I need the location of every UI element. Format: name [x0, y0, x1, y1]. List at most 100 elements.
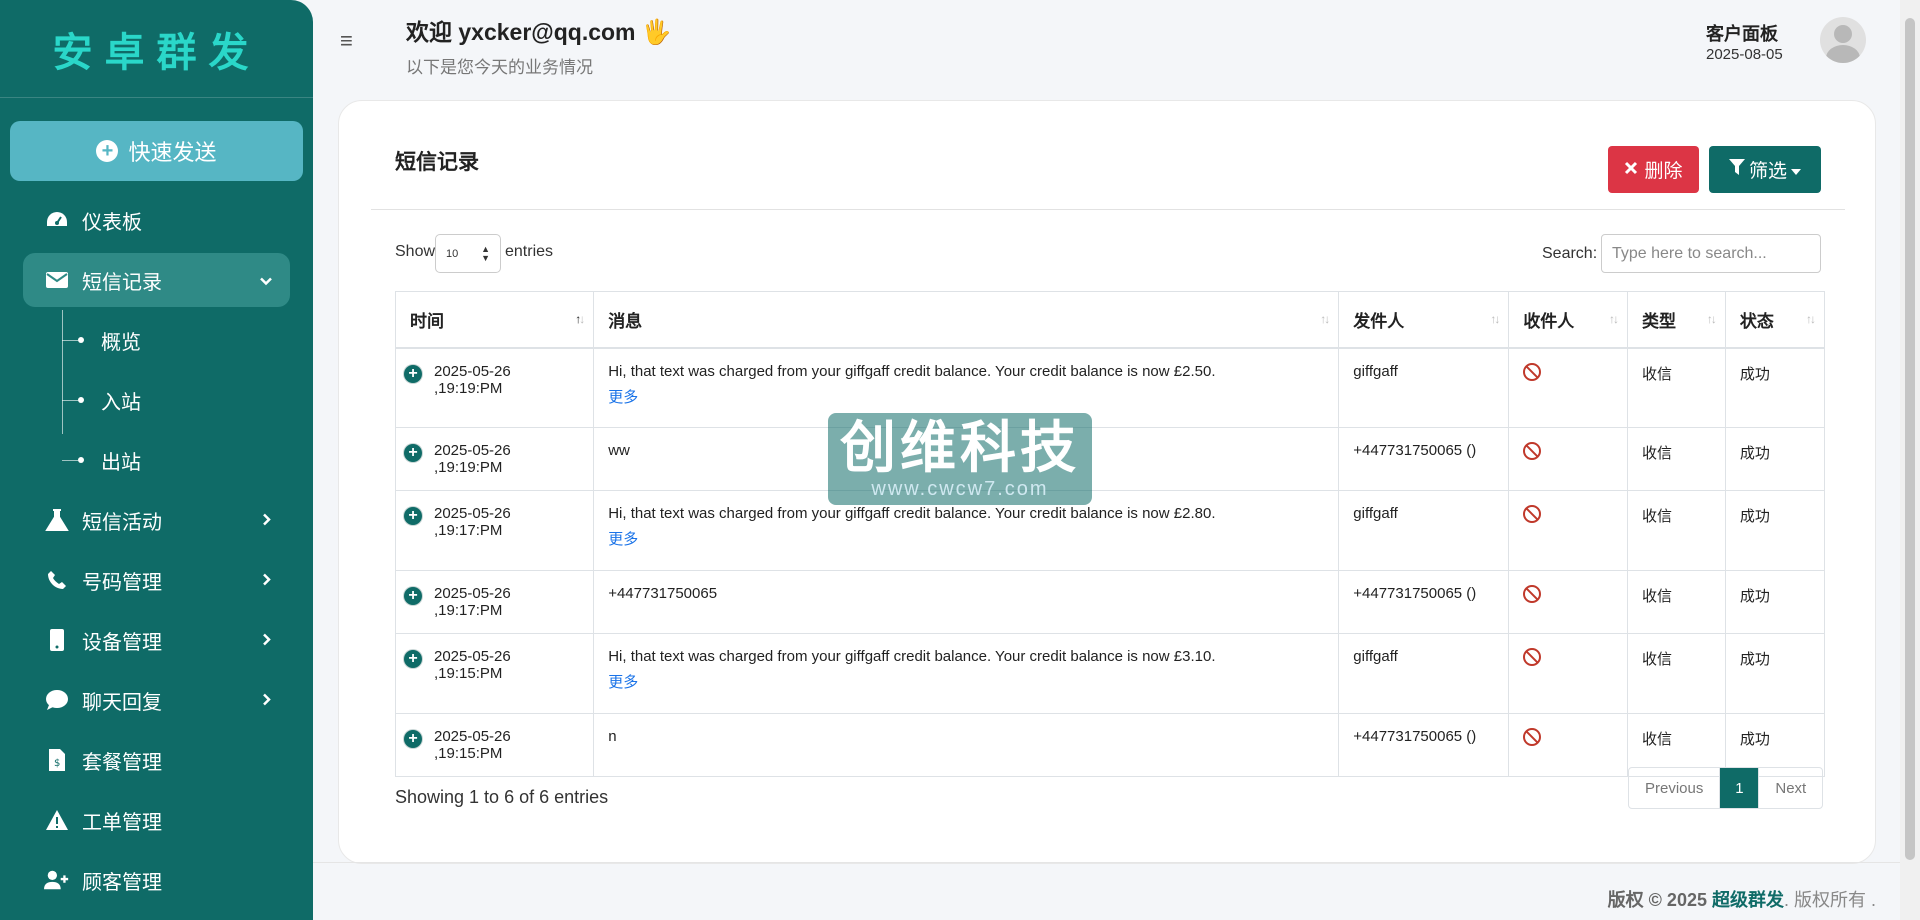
pagination: Previous 1 Next — [1628, 767, 1824, 809]
search-input[interactable] — [1601, 234, 1821, 273]
row-status: 成功 — [1724, 347, 1826, 428]
table-header-row: 时间 ↑↓ 消息 ↑↓ 发件人 ↑↓ 收件人 ↑↓ 类型 ↑↓ 状态 ↑↓ — [394, 291, 1826, 349]
table-row[interactable]: +2025-05-26 ,19:15:PM Hi, that text was … — [394, 633, 1826, 714]
entries-label: entries — [505, 243, 554, 260]
footer-brand-link[interactable]: 超级群发 — [1712, 890, 1784, 910]
chevron-right-icon — [263, 630, 271, 651]
pagination-next[interactable]: Next — [1759, 768, 1822, 808]
row-type: 收信 — [1626, 570, 1726, 634]
menu-toggle-icon[interactable]: ≡ — [340, 28, 353, 54]
search-label: Search: — [1542, 245, 1598, 262]
expand-row-icon[interactable]: + — [404, 444, 422, 462]
quick-send-button[interactable]: + 快速发送 — [10, 121, 303, 181]
row-sender: +447731750065 () — [1338, 427, 1510, 491]
scrollbar-thumb[interactable] — [1905, 18, 1915, 860]
sidebar-item-sms-campaigns[interactable]: 短信活动 — [0, 490, 313, 550]
expand-row-icon[interactable]: + — [404, 730, 422, 748]
sidebar-item-package-management[interactable]: $ 套餐管理 — [0, 730, 313, 790]
expand-row-icon[interactable]: + — [404, 507, 422, 525]
page-scrollbar[interactable] — [1900, 0, 1920, 920]
avatar[interactable] — [1820, 17, 1866, 63]
expand-row-icon[interactable]: + — [404, 650, 422, 668]
row-sender: giffgaff — [1338, 633, 1510, 714]
sidebar-item-ticket-management[interactable]: 工单管理 — [0, 790, 313, 850]
row-status: 成功 — [1724, 570, 1826, 634]
entries-per-page-value: 10 — [446, 247, 459, 260]
sort-icon: ↑↓ — [1706, 312, 1717, 327]
phone-icon — [44, 570, 70, 590]
sms-records-card: 短信记录 删除 筛选 Show 10 ▲▼ entries Search: 时间… — [338, 100, 1876, 864]
sidebar-subitem-overview[interactable]: 概览 — [62, 310, 313, 370]
table-row[interactable]: +2025-05-26 ,19:17:PM +447731750065 +447… — [394, 570, 1826, 634]
column-header-status[interactable]: 状态 ↑↓ — [1724, 291, 1826, 349]
sidebar-item-customer-management[interactable]: 顾客管理 — [0, 850, 313, 910]
sidebar-item-dashboard[interactable]: 仪表板 — [0, 190, 313, 250]
column-header-message[interactable]: 消息 ↑↓ — [593, 291, 1340, 349]
panel-date: 2025-08-05 — [1706, 46, 1783, 63]
column-header-sender[interactable]: 发件人 ↑↓ — [1338, 291, 1510, 349]
column-header-time[interactable]: 时间 ↑↓ — [394, 291, 595, 349]
dashboard-icon — [44, 210, 70, 230]
plus-circle-icon: + — [96, 140, 119, 162]
row-message: Hi, that text was charged from your giff… — [608, 648, 1216, 665]
chevron-right-icon — [263, 510, 271, 531]
sort-icon: ↑↓ — [1320, 312, 1330, 327]
avatar-body — [1826, 45, 1860, 63]
sidebar-item-device-management[interactable]: 设备管理 — [0, 610, 313, 670]
delete-button[interactable]: 删除 — [1608, 146, 1699, 193]
sidebar-item-chat-reply[interactable]: 聊天回复 — [0, 670, 313, 730]
more-link[interactable]: 更多 — [608, 671, 1324, 692]
pagination-info: Showing 1 to 6 of 6 entries — [395, 787, 609, 807]
sidebar: 安卓群发 + 快速发送 仪表板 短信记录 概览 入站 出站 短信活动 号码管理 … — [0, 0, 313, 920]
row-message: +447731750065 — [593, 570, 1340, 634]
table-row[interactable]: +2025-05-26 ,19:19:PM ww +447731750065 (… — [394, 427, 1826, 491]
row-sender: giffgaff — [1338, 490, 1510, 571]
entries-per-page-select[interactable]: 10 ▲ ▼ — [435, 234, 501, 273]
row-message: Hi, that text was charged from your giff… — [608, 362, 1216, 380]
ban-icon — [1523, 648, 1542, 666]
welcome-heading: 欢迎 yxcker@qq.com 🖐 — [406, 13, 671, 47]
sidebar-subitem-inbound[interactable]: 入站 — [62, 370, 313, 430]
sidebar-item-sms-records[interactable]: 短信记录 — [23, 253, 290, 307]
sidebar-subitem-outbound[interactable]: 出站 — [62, 430, 313, 490]
sidebar-item-label: 顾客管理 — [82, 871, 162, 894]
expand-row-icon[interactable]: + — [404, 364, 422, 383]
welcome-text: 欢迎 yxcker@qq.com — [406, 19, 636, 45]
more-link[interactable]: 更多 — [608, 528, 1324, 549]
quick-send-label: 快速发送 — [128, 140, 217, 165]
brand-logo[interactable]: 安卓群发 — [0, 0, 313, 98]
sidebar-item-label: 号码管理 — [82, 571, 162, 594]
table-row[interactable]: +2025-05-26 ,19:17:PM Hi, that text was … — [394, 490, 1826, 571]
card-title: 短信记录 — [395, 151, 479, 174]
row-type: 收信 — [1626, 490, 1726, 571]
close-icon — [1624, 159, 1638, 181]
column-header-type[interactable]: 类型 ↑↓ — [1626, 291, 1726, 349]
envelope-icon — [44, 272, 70, 288]
row-message: Hi, that text was charged from your giff… — [608, 505, 1216, 522]
row-time: 2025-05-26 ,19:17:PM — [434, 585, 511, 619]
avatar-head — [1834, 25, 1852, 43]
table-row[interactable]: +2025-05-26 ,19:19:PM Hi, that text was … — [394, 347, 1826, 428]
pagination-page-1[interactable]: 1 — [1720, 768, 1760, 808]
row-message: n — [593, 713, 1340, 777]
table-row[interactable]: +2025-05-26 ,19:15:PM n +447731750065 ()… — [394, 713, 1826, 777]
more-link[interactable]: 更多 — [608, 386, 1324, 407]
show-label: Show — [395, 243, 436, 260]
user-plus-icon — [44, 870, 70, 890]
sort-icon: ↑↓ — [575, 312, 585, 327]
sidebar-item-label: 工单管理 — [82, 811, 162, 834]
column-header-recipient[interactable]: 收件人 ↑↓ — [1508, 291, 1628, 349]
sidebar-submenu: 概览 入站 出站 — [62, 310, 313, 490]
chevron-right-icon — [263, 570, 271, 591]
sidebar-item-number-management[interactable]: 号码管理 — [0, 550, 313, 610]
ban-icon — [1523, 585, 1542, 603]
row-status: 成功 — [1724, 427, 1826, 491]
filter-dropdown-button[interactable]: 筛选 — [1709, 146, 1821, 193]
row-sender: giffgaff — [1338, 347, 1510, 428]
delete-label: 删除 — [1644, 161, 1683, 182]
svg-text:$: $ — [54, 758, 60, 769]
row-time: 2025-05-26 ,19:15:PM — [434, 728, 511, 762]
pagination-previous[interactable]: Previous — [1629, 768, 1721, 808]
footer-suffix: . 版权所有 . — [1783, 890, 1876, 910]
expand-row-icon[interactable]: + — [404, 587, 422, 605]
